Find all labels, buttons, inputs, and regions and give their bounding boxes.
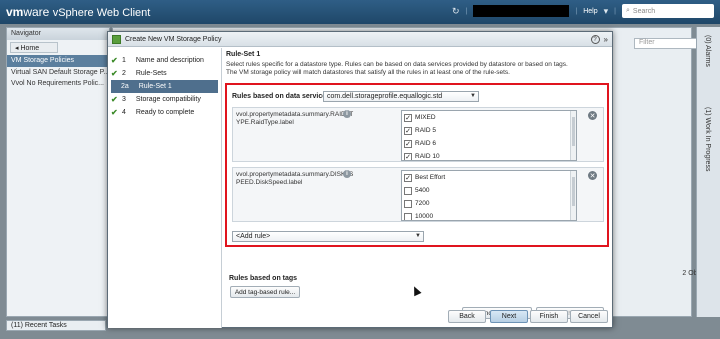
- checkbox-checked[interactable]: ✓: [404, 113, 412, 122]
- search-input[interactable]: ⌕ Search: [622, 4, 714, 18]
- policy-list-item[interactable]: Vvol No Requirements Polic...: [7, 78, 109, 89]
- recent-tasks-bar[interactable]: (11) Recent Tasks: [6, 320, 106, 331]
- chevron-down-icon[interactable]: ▾: [604, 6, 609, 17]
- rule-label: vvol.propertymetadata.summary.RAID_TYPE.…: [236, 111, 354, 126]
- back-button[interactable]: Back: [448, 310, 486, 323]
- disk-speed-options: ✓ Best Effort 5400 7200 10000: [401, 170, 577, 221]
- storage-provider-dropdown[interactable]: com.dell.storageprofile.equallogic.std ▼: [323, 91, 479, 102]
- help-icon[interactable]: ?: [590, 35, 600, 44]
- data-services-rules-highlight: Rules based on data services com.dell.st…: [225, 83, 609, 247]
- wizard-steps: ✔ 1 Name and description ✔ 2 Rule-Sets 2a …: [108, 48, 222, 328]
- policy-list-item[interactable]: Virtual SAN Default Storage P...: [7, 67, 109, 78]
- rule-disk-speed: vvol.propertymetadata.summary.DISK_SPEED…: [232, 167, 604, 222]
- cancel-button[interactable]: Cancel: [570, 310, 608, 323]
- option-10000[interactable]: 10000: [402, 210, 576, 220]
- option-5400[interactable]: 5400: [402, 184, 576, 197]
- checkmark-icon: ✔: [111, 69, 118, 78]
- rules-tags-label: Rules based on tags: [229, 275, 298, 282]
- option-mixed[interactable]: ✓ MIXED: [402, 111, 576, 124]
- checkbox-unchecked[interactable]: [404, 212, 412, 220]
- checkmark-icon: ✔: [111, 95, 118, 104]
- step-storage-compatibility[interactable]: ✔ 3 Storage compatibility: [108, 93, 221, 106]
- search-icon: ⌕: [626, 7, 630, 14]
- dialog-title-bar: Create New VM Storage Policy ? »: [108, 32, 612, 47]
- raid-type-options: ✓ MIXED ✓ RAID 5 ✓ RAID 6 ✓ RAID 10: [401, 110, 577, 161]
- home-button[interactable]: ◂ Home: [10, 42, 58, 53]
- step-ready-to-complete[interactable]: ✔ 4 Ready to complete: [108, 106, 221, 119]
- info-icon[interactable]: i: [343, 170, 351, 178]
- option-best-effort[interactable]: ✓ Best Effort: [402, 171, 576, 184]
- top-bar: vmware vSphere Web Client ↻ | | Help ▾ |…: [0, 0, 720, 24]
- scrollbar[interactable]: [570, 111, 576, 160]
- help-menu[interactable]: Help: [583, 8, 597, 15]
- option-raid6[interactable]: ✓ RAID 6: [402, 137, 576, 150]
- checkbox-checked[interactable]: ✓: [404, 126, 412, 135]
- option-7200[interactable]: 7200: [402, 197, 576, 210]
- checkmark-icon: ✔: [111, 108, 118, 117]
- ruleset-content: Rule-Set 1 Select rules specific for a d…: [225, 51, 610, 319]
- ruleset-title: Rule-Set 1: [226, 51, 261, 58]
- checkbox-checked[interactable]: ✓: [404, 173, 412, 182]
- add-rule-dropdown[interactable]: <Add rule> ▼: [232, 231, 424, 242]
- finish-button[interactable]: Finish: [530, 310, 568, 323]
- add-tag-rule-button[interactable]: Add tag-based rule...: [230, 286, 300, 298]
- step-rule-sets[interactable]: ✔ 2 Rule-Sets: [108, 67, 221, 80]
- navigator-title: Navigator: [7, 28, 109, 40]
- scrollbar[interactable]: [570, 171, 576, 220]
- rules-data-services-label: Rules based on data services: [232, 93, 331, 100]
- expand-icon[interactable]: »: [604, 35, 608, 44]
- chevron-down-icon: ▼: [415, 233, 421, 239]
- rule-raid-type: vvol.propertymetadata.summary.RAID_TYPE.…: [232, 107, 604, 162]
- app-title: vSphere Web Client: [52, 7, 151, 19]
- info-icon[interactable]: i: [343, 110, 351, 118]
- checkbox-checked[interactable]: ✓: [404, 139, 412, 148]
- vmware-logo: vmware vSphere Web Client: [6, 5, 151, 19]
- ruleset-description: Select rules specific for a datastore ty…: [226, 61, 568, 76]
- dialog-title: Create New VM Storage Policy: [125, 35, 222, 43]
- rule-label: vvol.propertymetadata.summary.DISK_SPEED…: [236, 171, 354, 186]
- checkbox-unchecked[interactable]: [404, 199, 412, 208]
- create-vm-storage-policy-dialog: Create New VM Storage Policy ? » ✔ 1 Name…: [107, 31, 613, 328]
- refresh-icon[interactable]: ↻: [452, 6, 460, 17]
- remove-rule-icon[interactable]: ✕: [588, 111, 597, 120]
- dialog-footer: Back Next Finish Cancel: [108, 304, 612, 328]
- checkbox-checked[interactable]: ✓: [404, 152, 412, 160]
- wizard-icon: [112, 34, 121, 44]
- checkmark-icon: ✔: [111, 56, 118, 65]
- work-in-progress-tab[interactable]: (1) Work In Progress: [704, 107, 711, 171]
- right-rail: (0) Alarms (1) Work In Progress: [696, 27, 720, 317]
- alarms-tab[interactable]: (0) Alarms: [704, 35, 711, 67]
- step-rule-set-1[interactable]: 2a Rule-Set 1: [111, 80, 218, 93]
- navigator-pane: Navigator ◂ Home VM Storage Policies Vir…: [6, 27, 110, 317]
- option-raid5[interactable]: ✓ RAID 5: [402, 124, 576, 137]
- chevron-down-icon: ▼: [470, 93, 476, 99]
- checkbox-unchecked[interactable]: [404, 186, 412, 195]
- user-name-redacted[interactable]: [473, 5, 570, 17]
- step-name-and-description[interactable]: ✔ 1 Name and description: [108, 54, 221, 67]
- nav-item-vm-storage-policies[interactable]: VM Storage Policies: [7, 55, 109, 67]
- option-raid10[interactable]: ✓ RAID 10: [402, 150, 576, 160]
- remove-rule-icon[interactable]: ✕: [588, 171, 597, 180]
- next-button[interactable]: Next: [490, 310, 528, 323]
